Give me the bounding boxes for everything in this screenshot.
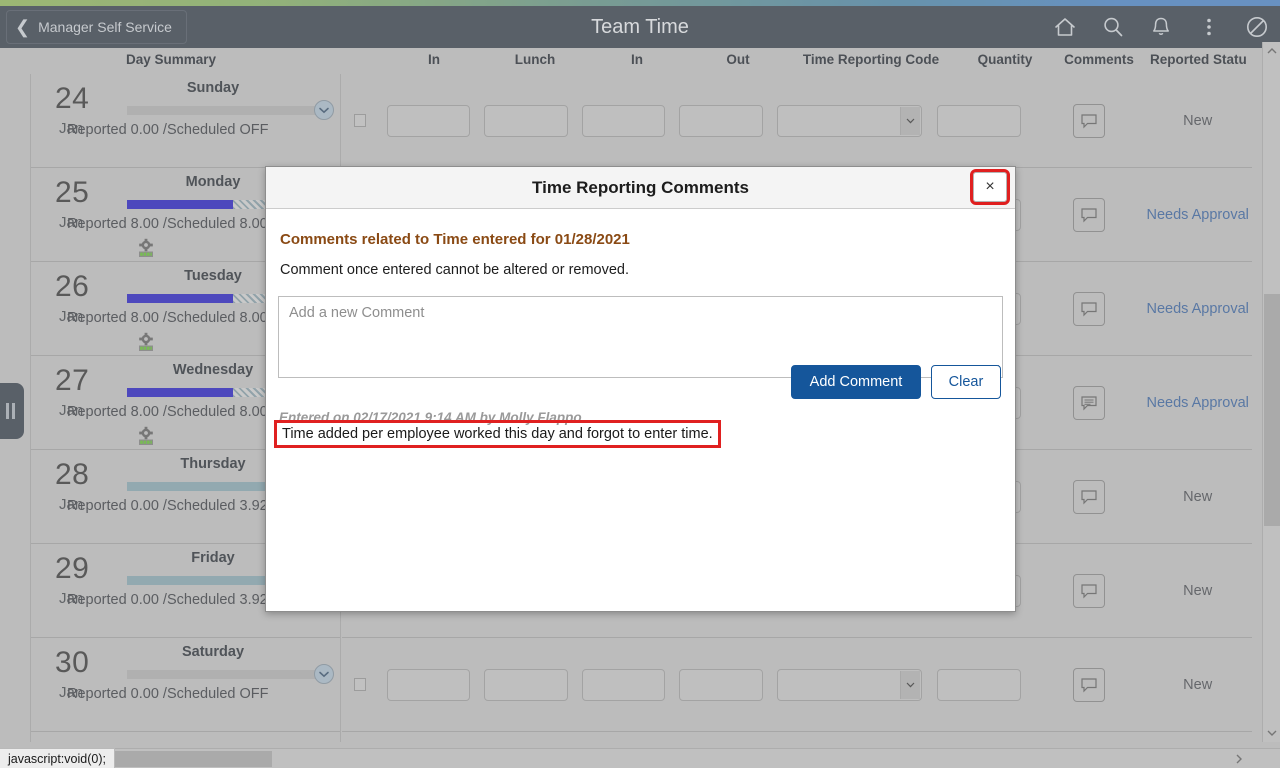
comment-empty-icon[interactable] — [1072, 197, 1106, 232]
comment-empty-icon[interactable] — [1072, 573, 1106, 608]
app-root: ❮ Manager Self Service Team Time Day Sum… — [0, 0, 1280, 768]
quantity-field[interactable] — [937, 668, 1021, 701]
rule-gear-icon[interactable] — [135, 238, 157, 258]
search-icon[interactable] — [1100, 14, 1126, 40]
actions-menu-icon[interactable] — [1196, 14, 1222, 40]
scroll-down-arrow-icon[interactable] — [1263, 724, 1280, 742]
scroll-right-arrow-icon[interactable] — [1230, 749, 1248, 768]
status-bar-text: javascript:void(0); — [8, 751, 106, 766]
reported-scheduled-text: Reported 0.00 /Scheduled OFF — [67, 686, 269, 702]
day-number: 26 — [55, 270, 90, 303]
vertical-scrollbar-thumb[interactable] — [1264, 294, 1280, 526]
expand-day-chevron-down-icon[interactable] — [314, 664, 334, 684]
day-number: 28 — [55, 458, 90, 491]
comment-empty-icon[interactable] — [1072, 479, 1106, 514]
punch-out-field[interactable] — [679, 104, 763, 137]
scroll-up-arrow-icon[interactable] — [1263, 42, 1280, 60]
comment-empty-icon[interactable] — [1072, 103, 1106, 138]
home-icon[interactable] — [1052, 14, 1078, 40]
column-header-day-summary: Day Summary — [125, 52, 217, 67]
column-header-comments: Comments — [1064, 52, 1134, 67]
reported-status-text: New — [1183, 582, 1213, 599]
reported-status-text[interactable]: Needs Approval — [1143, 207, 1252, 223]
comments-disclaimer-text: Comment once entered cannot be altered o… — [280, 262, 630, 278]
lunch-in-field[interactable] — [581, 104, 666, 137]
column-header-quantity: Quantity — [977, 52, 1033, 67]
day-number: 29 — [55, 552, 90, 585]
column-header-time-reporting-code: Time Reporting Code — [802, 52, 940, 67]
comment-action-buttons: Add Comment Clear — [791, 365, 1001, 399]
rule-gear-icon[interactable] — [135, 426, 157, 446]
day-name: Sunday — [186, 80, 240, 96]
modal-title: Time Reporting Comments — [532, 177, 749, 197]
time-reporting-comments-modal: Time Reporting Comments × Comments relat… — [265, 166, 1016, 612]
expand-day-chevron-down-icon[interactable] — [314, 100, 334, 120]
day-progress-bar — [127, 106, 330, 115]
reported-status-text[interactable]: Needs Approval — [1143, 301, 1252, 317]
modal-header: Time Reporting Comments × — [266, 167, 1015, 209]
time-reporting-code-select[interactable] — [776, 668, 923, 701]
column-header-in-1: In — [428, 52, 440, 67]
row-select-checkbox[interactable] — [354, 114, 366, 127]
reported-status-text: New — [1183, 112, 1213, 129]
punch-in-field[interactable] — [386, 104, 471, 137]
comment-filled-icon[interactable] — [1072, 385, 1106, 420]
horizontal-scrollbar[interactable] — [0, 748, 1280, 768]
day-number: 25 — [55, 176, 90, 209]
chevron-down-icon — [900, 106, 921, 135]
comment-empty-icon[interactable] — [1072, 667, 1106, 702]
reported-scheduled-text: Reported 8.00 /Scheduled 8.00 — [67, 216, 268, 232]
punch-out-field[interactable] — [679, 668, 763, 701]
column-header-out: Out — [726, 52, 750, 67]
reported-scheduled-text: Reported 8.00 /Scheduled 8.00 — [67, 310, 268, 326]
reported-status-text[interactable]: Needs Approval — [1143, 395, 1252, 411]
day-name: Saturday — [181, 644, 245, 660]
app-header: ❮ Manager Self Service Team Time — [0, 6, 1280, 48]
day-number: 27 — [55, 364, 90, 397]
existing-comment-text: Time added per employee worked this day … — [274, 420, 721, 448]
chevron-down-icon — [900, 670, 921, 699]
quantity-field[interactable] — [937, 104, 1021, 137]
lunch-out-field[interactable] — [484, 104, 568, 137]
reported-scheduled-text: Reported 8.00 /Scheduled 8.00 — [67, 404, 268, 420]
browser-status-bar: javascript:void(0); — [0, 748, 115, 768]
row-select-checkbox[interactable] — [354, 678, 366, 691]
day-summary-row: 24 Jan Sunday Reported 0.00 /Scheduled OFF — [31, 74, 340, 168]
day-progress-bar — [127, 670, 330, 679]
grid-column-headers: Day Summary In Lunch In Out Time Reporti… — [0, 48, 1280, 74]
comment-empty-icon[interactable] — [1072, 291, 1106, 326]
header-icon-group — [1052, 14, 1270, 40]
day-number: 24 — [55, 82, 90, 115]
nav-bar-compass-icon[interactable] — [1244, 14, 1270, 40]
pause-bars-icon — [5, 403, 15, 419]
column-header-reported-status: Reported Statu — [1150, 52, 1247, 67]
notifications-bell-icon[interactable] — [1148, 14, 1174, 40]
rule-gear-icon[interactable] — [135, 332, 157, 352]
close-icon[interactable]: × — [970, 169, 1010, 205]
left-panel-collapse-handle[interactable] — [0, 383, 24, 439]
reported-status-text: New — [1183, 676, 1213, 693]
reported-scheduled-text: Reported 0.00 /Scheduled 3.92 — [67, 498, 268, 514]
vertical-scrollbar[interactable] — [1262, 42, 1280, 742]
clear-button[interactable]: Clear — [931, 365, 1001, 399]
reported-scheduled-text: Reported 0.00 /Scheduled 3.92 — [67, 592, 268, 608]
time-entry-row: New — [342, 638, 1252, 732]
time-reporting-code-select[interactable] — [776, 104, 923, 137]
column-header-in-2: In — [631, 52, 643, 67]
reported-scheduled-text: Reported 0.00 /Scheduled OFF — [67, 122, 269, 138]
lunch-out-field[interactable] — [484, 668, 568, 701]
chevron-left-icon: ❮ — [15, 17, 31, 37]
back-to-manager-self-service-button[interactable]: ❮ Manager Self Service — [6, 10, 187, 44]
time-entry-row: New — [342, 74, 1252, 168]
column-header-lunch: Lunch — [514, 52, 556, 67]
reported-status-text: New — [1183, 488, 1213, 505]
back-button-label: Manager Self Service — [38, 19, 172, 35]
lunch-in-field[interactable] — [581, 668, 666, 701]
add-comment-button[interactable]: Add Comment — [791, 365, 921, 399]
day-summary-row: 30 Jan Saturday Reported 0.00 /Scheduled OF… — [31, 638, 340, 732]
comments-related-heading: Comments related to Time entered for 01/… — [280, 231, 630, 248]
punch-in-field[interactable] — [386, 668, 471, 701]
modal-body: Comments related to Time entered for 01/… — [266, 209, 1015, 448]
day-number: 30 — [55, 646, 90, 679]
